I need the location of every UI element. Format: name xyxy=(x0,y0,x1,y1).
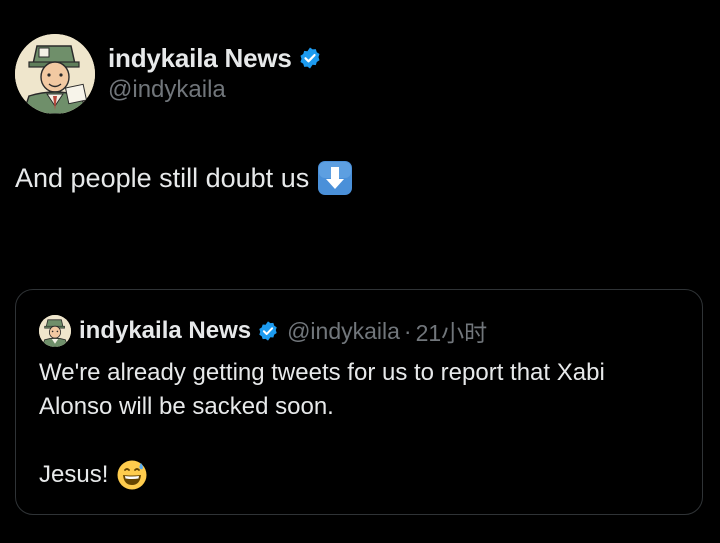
quoted-separator: · xyxy=(403,317,412,344)
author-name[interactable]: indykaila News xyxy=(108,43,292,74)
quoted-text-line-3-row: Jesus! xyxy=(39,458,689,492)
tweet: indykaila News @indykaila And people sti… xyxy=(0,0,720,543)
author-handle[interactable]: @indykaila xyxy=(108,76,226,104)
quoted-text-line-1: We're already getting tweets for us to r… xyxy=(39,359,605,386)
quoted-author-name[interactable]: indykaila News xyxy=(79,317,251,345)
tweet-text-content: And people still doubt us xyxy=(15,162,310,193)
quoted-text-spacer xyxy=(39,424,689,458)
quoted-timestamp[interactable]: 21小时 xyxy=(416,314,488,348)
quoted-author-handle[interactable]: @indykaila xyxy=(287,318,400,345)
quoted-text-line-2: Alonso will be sacked soon. xyxy=(39,393,334,420)
tweet-text: And people still doubt us xyxy=(15,160,353,196)
author-name-row: indykaila News xyxy=(108,41,322,75)
quoted-tweet-card[interactable]: indykaila News @indykaila · 21小时 We're a… xyxy=(15,289,703,515)
quoted-text-line-3: Jesus! xyxy=(39,461,109,488)
grinning-sweat-emoji-icon xyxy=(116,459,148,491)
quoted-avatar-image xyxy=(39,315,71,347)
verified-badge-icon[interactable] xyxy=(298,46,322,70)
quoted-tweet-header: indykaila News @indykaila · 21小时 xyxy=(39,314,487,348)
quoted-verified-badge-icon[interactable] xyxy=(257,320,279,342)
author-avatar[interactable] xyxy=(15,34,95,114)
down-arrow-emoji-icon xyxy=(317,160,353,196)
quoted-author-avatar[interactable] xyxy=(39,315,71,347)
avatar-image xyxy=(15,34,95,114)
quoted-tweet-text: We're already getting tweets for us to r… xyxy=(39,356,689,492)
